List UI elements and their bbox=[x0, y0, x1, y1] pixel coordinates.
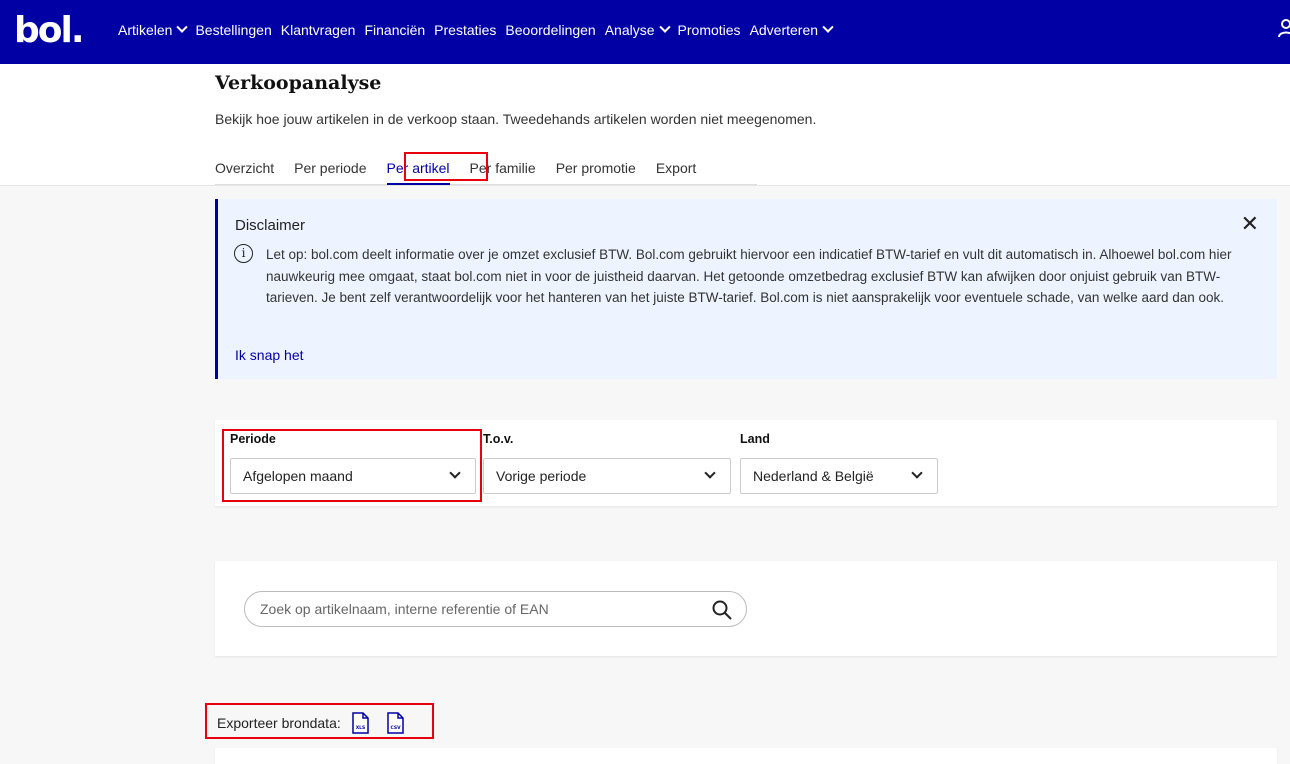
nav-item-analyse[interactable]: Analyse bbox=[605, 21, 671, 38]
results-card bbox=[215, 748, 1277, 764]
search-card bbox=[215, 561, 1277, 656]
nav-item-klantvragen[interactable]: Klantvragen bbox=[281, 22, 356, 38]
chevron-down-icon bbox=[704, 467, 716, 479]
close-icon[interactable]: ✕ bbox=[1241, 213, 1259, 235]
nav-item-bestellingen[interactable]: Bestellingen bbox=[195, 22, 271, 38]
bol-logo[interactable]: bol. bbox=[14, 13, 85, 49]
tab-per-periode[interactable]: Per periode bbox=[294, 160, 366, 185]
land-label: Land bbox=[740, 432, 770, 446]
nav-item-promoties[interactable]: Promoties bbox=[678, 22, 741, 38]
main-menu: Artikelen Bestellingen Klantvragen Finan… bbox=[118, 21, 841, 38]
chevron-down-icon bbox=[822, 21, 834, 33]
tab-per-promotie[interactable]: Per promotie bbox=[556, 160, 636, 185]
top-navigation: bol. Artikelen Bestellingen Klantvragen … bbox=[0, 0, 1290, 64]
disclaimer-title: Disclaimer bbox=[235, 217, 306, 234]
account-icon[interactable] bbox=[1278, 18, 1290, 43]
disclaimer-banner: Disclaimer ✕ i Let op: bol.com deelt inf… bbox=[215, 199, 1277, 379]
nav-item-financien[interactable]: Financiën bbox=[364, 22, 425, 38]
nav-item-artikelen[interactable]: Artikelen bbox=[118, 21, 189, 38]
tov-filter: T.o.v. Vorige periode bbox=[483, 432, 733, 494]
periode-highlight-box bbox=[222, 429, 482, 502]
page-title: Verkoopanalyse bbox=[215, 72, 382, 94]
chevron-down-icon bbox=[176, 21, 189, 33]
nav-item-beoordelingen[interactable]: Beoordelingen bbox=[505, 22, 595, 38]
search-icon[interactable] bbox=[712, 600, 732, 620]
chevron-down-icon bbox=[658, 21, 671, 33]
disclaimer-text: Let op: bol.com deelt informatie over je… bbox=[266, 247, 1232, 305]
tov-label: T.o.v. bbox=[483, 432, 514, 446]
page-header: Verkoopanalyse Bekijk hoe jouw artikelen… bbox=[0, 64, 1290, 186]
nav-item-adverteren[interactable]: Adverteren bbox=[750, 21, 834, 38]
search-box bbox=[244, 591, 747, 627]
tab-overzicht[interactable]: Overzicht bbox=[215, 160, 274, 185]
tov-value: Vorige periode bbox=[496, 468, 587, 484]
tov-select[interactable]: Vorige periode bbox=[483, 458, 731, 494]
land-select[interactable]: Nederland & België bbox=[740, 458, 938, 494]
land-value: Nederland & België bbox=[753, 468, 874, 484]
search-input[interactable] bbox=[260, 601, 690, 617]
nav-item-prestaties[interactable]: Prestaties bbox=[434, 22, 496, 38]
page-subtitle: Bekijk hoe jouw artikelen in de verkoop … bbox=[215, 111, 817, 127]
info-icon: i bbox=[234, 244, 253, 263]
tab-export[interactable]: Export bbox=[656, 160, 696, 185]
acknowledge-link[interactable]: Ik snap het bbox=[235, 347, 304, 363]
chevron-down-icon bbox=[911, 467, 923, 479]
land-filter: Land Nederland & België bbox=[740, 432, 940, 494]
tab-highlight-box bbox=[404, 152, 488, 181]
export-highlight-box bbox=[205, 703, 434, 739]
